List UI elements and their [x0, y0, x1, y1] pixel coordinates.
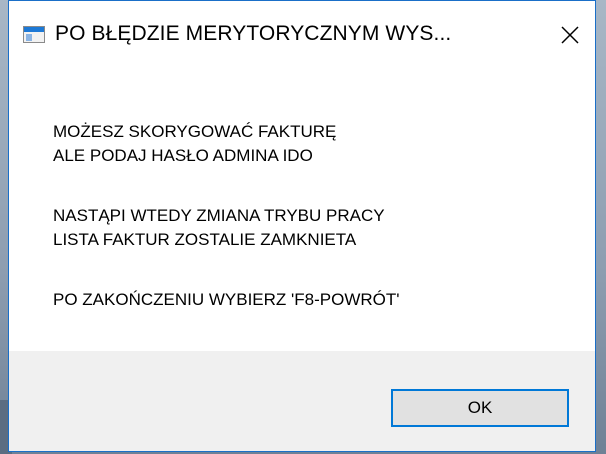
message-line: PO ZAKOŃCZENIU WYBIERZ 'F8-POWRÓT'	[53, 290, 400, 309]
ok-button-label: OK	[467, 398, 493, 417]
title-bar[interactable]: PO BŁĘDZIE MERYTORYCZNYM WYS...	[9, 1, 595, 67]
button-bar: OK	[9, 351, 595, 451]
message-line: MOŻESZ SKORYGOWAĆ FAKTURĘ	[53, 122, 337, 141]
message-line: ALE PODAJ HASŁO ADMINA IDO	[53, 146, 313, 165]
close-icon	[561, 26, 579, 44]
message-line: NASTĄPI WTEDY ZMIANA TRYBU PRACY	[53, 206, 385, 225]
message-area: MOŻESZ SKORYGOWAĆ FAKTURĘ ALE PODAJ HASŁ…	[9, 67, 595, 351]
window-title: PO BŁĘDZIE MERYTORYCZNYM WYS...	[55, 22, 452, 45]
ok-button[interactable]: OK	[391, 389, 569, 427]
message-line: LISTA FAKTUR ZOSTALIE ZAMKNIETA	[53, 230, 357, 249]
close-button[interactable]	[547, 13, 593, 57]
message-dialog: PO BŁĘDZIE MERYTORYCZNYM WYS... MOŻESZ S…	[8, 0, 596, 452]
app-window-icon	[23, 26, 45, 43]
